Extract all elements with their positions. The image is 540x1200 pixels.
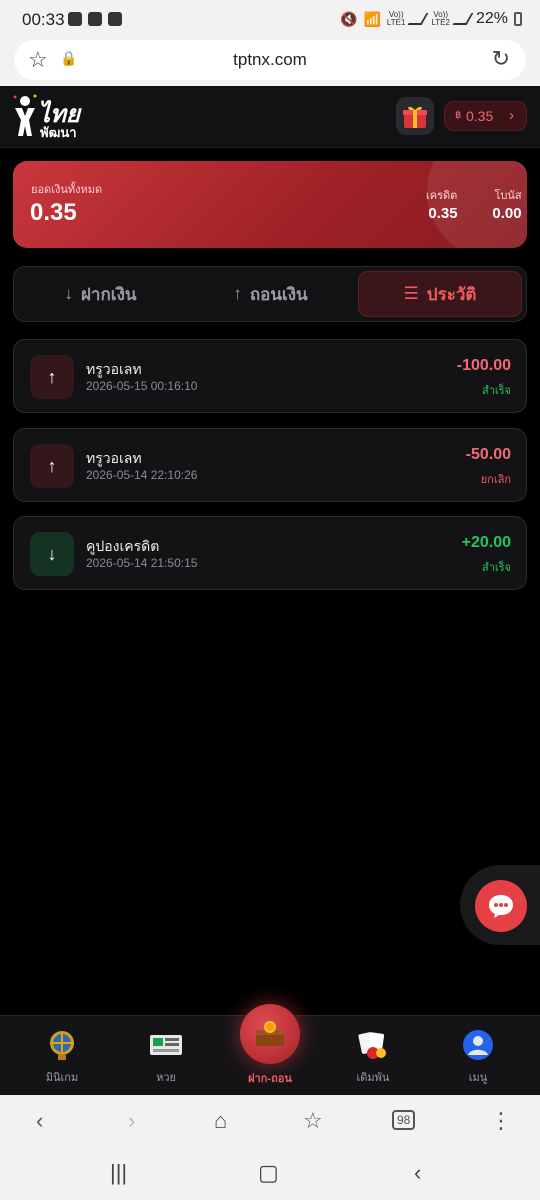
tab-withdraw[interactable]: ↑ ถอนเงิน: [188, 271, 353, 317]
nav-betting[interactable]: เดิมพัน: [333, 1028, 413, 1086]
sim2-indicator: Vo)) LTE2: [431, 10, 450, 27]
wallet-coin-icon: [256, 1021, 284, 1046]
transaction-item[interactable]: ↑ ทรูวอเลท 2026-05-14 22:10:26 -50.00 ยก…: [13, 428, 527, 502]
logo-figure-icon: [13, 94, 37, 136]
shield-icon: [68, 12, 82, 26]
cards-icon: [356, 1028, 390, 1062]
nav-menu[interactable]: เมนู: [438, 1028, 518, 1086]
deposit-arrow-icon: ↓: [30, 532, 74, 576]
signal1-icon: [407, 13, 429, 25]
chevron-right-icon: ›: [509, 107, 514, 124]
nav-betting-label: เดิมพัน: [356, 1072, 390, 1084]
tabs-count-icon[interactable]: 98: [392, 1110, 416, 1130]
transaction-title: ทรูวอเลท: [86, 361, 142, 377]
more-menu-icon[interactable]: ⋮: [490, 1108, 512, 1134]
transaction-item[interactable]: ↑ ทรูวอเลท 2026-05-15 00:16:10 -100.00 ส…: [13, 339, 527, 413]
tab-withdraw-label: ถอนเงิน: [249, 284, 308, 304]
credit-value: 0.35: [428, 205, 458, 222]
nav-menu-label: เมนู: [468, 1072, 488, 1084]
baht-icon: ฿: [455, 110, 462, 121]
list-icon: ☰: [403, 284, 419, 303]
withdraw-arrow-icon: ↑: [30, 355, 74, 399]
transaction-amount: -100.00: [456, 357, 511, 374]
nav-lottery-label: หวย: [156, 1072, 176, 1084]
site-logo[interactable]: ไทย พัฒนา: [12, 90, 84, 142]
chat-bubble-icon: [489, 895, 513, 918]
arrow-down-icon: ↓: [64, 284, 73, 303]
nav-minigame[interactable]: มินิเกม: [22, 1028, 102, 1086]
signal2-icon: [452, 13, 474, 25]
bookmarks-icon[interactable]: ☆: [303, 1108, 323, 1134]
gift-button[interactable]: [396, 97, 434, 135]
nav-deposit-withdraw-label: ฝาก-ถอน: [248, 1073, 292, 1085]
wifi-icon: 📶: [363, 10, 381, 27]
battery-icon: [514, 12, 522, 26]
tab-history[interactable]: ☰ ประวัติ: [358, 271, 522, 317]
nav-lottery[interactable]: หวย: [126, 1028, 206, 1086]
bonus-label: โบนัส: [494, 190, 522, 202]
transaction-date: 2026-05-14 21:50:15: [86, 556, 198, 570]
bonus-value: 0.00: [492, 205, 522, 222]
credit-label: เครดิต: [426, 190, 458, 202]
lottery-ticket-icon: [149, 1028, 183, 1062]
header-balance-button[interactable]: ฿ 0.35 ›: [444, 101, 527, 131]
bottom-nav: มินิเกม หวย ฝาก-ถอน เดิมพัน เมนู: [0, 1004, 540, 1095]
transaction-title: ทรูวอเลท: [86, 450, 142, 466]
browser-toolbar: ‹ › ⌂ ☆ 98 ⋮: [0, 1095, 540, 1147]
wallet-tabs: ↓ ฝากเงิน ↑ ถอนเงิน ☰ ประวัติ: [13, 266, 527, 322]
check-icon: [108, 12, 122, 26]
transaction-date: 2026-05-14 22:10:26: [86, 468, 198, 482]
status-time: 00:33: [22, 10, 65, 29]
app-header: ไทย พัฒนา ฿ 0.35 ›: [0, 86, 540, 148]
status-right: 🔇 📶 Vo)) LTE1 Vo)) LTE2 22%: [340, 10, 522, 28]
system-nav: ||| ▢ ‹: [0, 1147, 540, 1200]
status-bar: 00:33 🔇 📶 Vo)) LTE1 Vo)) LTE2 22%: [0, 0, 540, 38]
transaction-item[interactable]: ↓ คูปองเครดิต 2026-05-14 21:50:15 +20.00…: [13, 516, 527, 590]
battery-percent: 22%: [475, 10, 508, 27]
recent-apps-icon[interactable]: |||: [110, 1160, 127, 1186]
transaction-amount: +20.00: [461, 534, 511, 551]
nav-deposit-withdraw[interactable]: [240, 1004, 300, 1064]
transaction-date: 2026-05-15 00:16:10: [86, 379, 198, 393]
total-balance-label: ยอดเงินทั้งหมด: [31, 184, 103, 196]
withdraw-arrow-icon: ↑: [30, 444, 74, 488]
nav-minigame-label: มินิเกม: [45, 1072, 79, 1084]
mute-icon: 🔇: [340, 10, 358, 27]
header-balance-amount: 0.35: [466, 108, 494, 124]
transaction-status: ยกเลิก: [480, 474, 511, 486]
transaction-status: สำเร็จ: [481, 385, 511, 397]
wheel-icon: [45, 1028, 79, 1062]
address-bar[interactable]: ☆ 🔒 tptnx.com ↻: [14, 40, 526, 80]
home-icon[interactable]: ⌂: [214, 1108, 227, 1134]
system-back-icon[interactable]: ‹: [414, 1160, 421, 1186]
tab-history-label: ประวัติ: [426, 284, 477, 304]
back-icon[interactable]: ‹: [36, 1108, 43, 1134]
tab-deposit[interactable]: ↓ ฝากเงิน: [18, 271, 183, 317]
tab-deposit-label: ฝากเงิน: [80, 284, 137, 304]
notification-icons: [68, 12, 122, 26]
transaction-title: คูปองเครดิต: [86, 538, 160, 554]
logo-text-sub: พัฒนา: [40, 125, 77, 140]
arrow-up-icon: ↑: [233, 284, 242, 303]
user-avatar-icon: [461, 1028, 495, 1062]
browser-bar: ☆ 🔒 tptnx.com ↻: [0, 38, 540, 86]
chat-launcher: [460, 865, 540, 945]
total-balance-value: 0.35: [30, 199, 77, 226]
transaction-amount: -50.00: [465, 446, 511, 463]
reload-icon[interactable]: ↻: [492, 46, 510, 72]
forward-icon[interactable]: ›: [128, 1108, 135, 1134]
url-text[interactable]: tptnx.com: [14, 50, 526, 70]
home-button-icon[interactable]: ▢: [258, 1160, 279, 1186]
sim1-indicator: Vo)) LTE1: [386, 10, 406, 27]
chat-button[interactable]: [475, 880, 527, 932]
balance-card: ยอดเงินทั้งหมด 0.35 เครดิต 0.35 โบนัส 0.…: [13, 161, 527, 248]
transaction-status: สำเร็จ: [481, 562, 511, 574]
gift-icon: [403, 106, 427, 128]
play-icon: [88, 12, 102, 26]
